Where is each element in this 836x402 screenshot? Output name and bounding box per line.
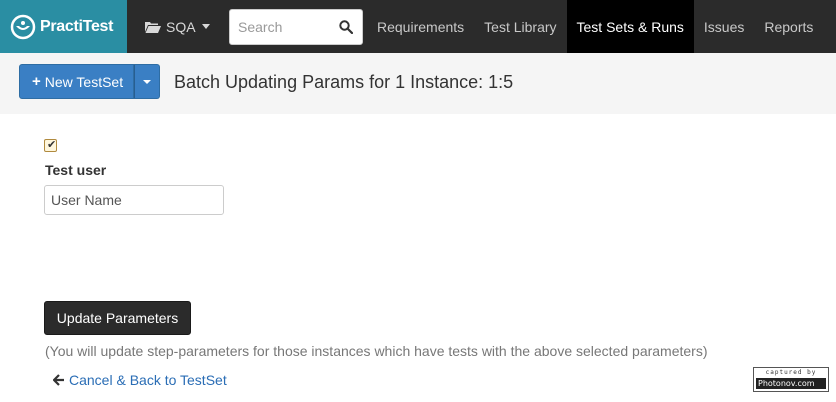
caret-down-icon <box>143 79 152 84</box>
nav-reports[interactable]: Reports <box>754 0 823 53</box>
search-box <box>229 9 363 45</box>
new-testset-button[interactable]: + New TestSet <box>19 64 135 99</box>
param-value-input[interactable] <box>44 185 224 215</box>
top-navbar: PractiTest SQA Requirements Test Library… <box>0 0 836 53</box>
new-testset-button-group: + New TestSet <box>19 64 161 99</box>
nav-test-sets-runs[interactable]: Test Sets & Runs <box>566 0 694 53</box>
update-parameters-button[interactable]: Update Parameters <box>44 301 191 335</box>
chevron-down-icon <box>201 24 210 29</box>
cancel-back-label: Cancel & Back to TestSet <box>69 372 227 388</box>
search-input[interactable] <box>230 10 330 44</box>
project-name: SQA <box>166 18 196 35</box>
checkmark-icon: ✔ <box>47 138 57 151</box>
folder-open-icon <box>145 21 161 33</box>
capture-watermark: captured by Photonov.com <box>753 367 829 392</box>
arrow-left-icon <box>53 374 64 386</box>
main-nav: Requirements Test Library Test Sets & Ru… <box>367 0 823 53</box>
brand-logo-link[interactable]: PractiTest <box>0 0 127 53</box>
watermark-bottom-text: Photonov.com <box>756 378 826 389</box>
nav-requirements[interactable]: Requirements <box>367 0 474 53</box>
page-header: + New TestSet Batch Updating Params for … <box>0 53 836 114</box>
plus-icon: + <box>32 73 41 90</box>
nav-issues[interactable]: Issues <box>694 0 754 53</box>
update-note: (You will update step-parameters for tho… <box>45 343 708 359</box>
brand-name: PractiTest <box>40 17 114 35</box>
new-testset-label: New TestSet <box>44 73 124 90</box>
new-testset-dropdown-toggle[interactable] <box>134 64 161 99</box>
cancel-back-link[interactable]: Cancel & Back to TestSet <box>53 372 227 388</box>
param-label: Test user <box>45 162 107 178</box>
nav-test-library[interactable]: Test Library <box>474 0 566 53</box>
param-checkbox[interactable]: ✔ <box>44 138 57 152</box>
page-title: Batch Updating Params for 1 Instance: 1:… <box>174 72 514 92</box>
watermark-top-text: captured by <box>765 369 817 376</box>
project-dropdown[interactable]: SQA <box>127 0 227 53</box>
search-icon[interactable] <box>339 20 353 34</box>
practitest-logo-icon <box>10 14 36 39</box>
